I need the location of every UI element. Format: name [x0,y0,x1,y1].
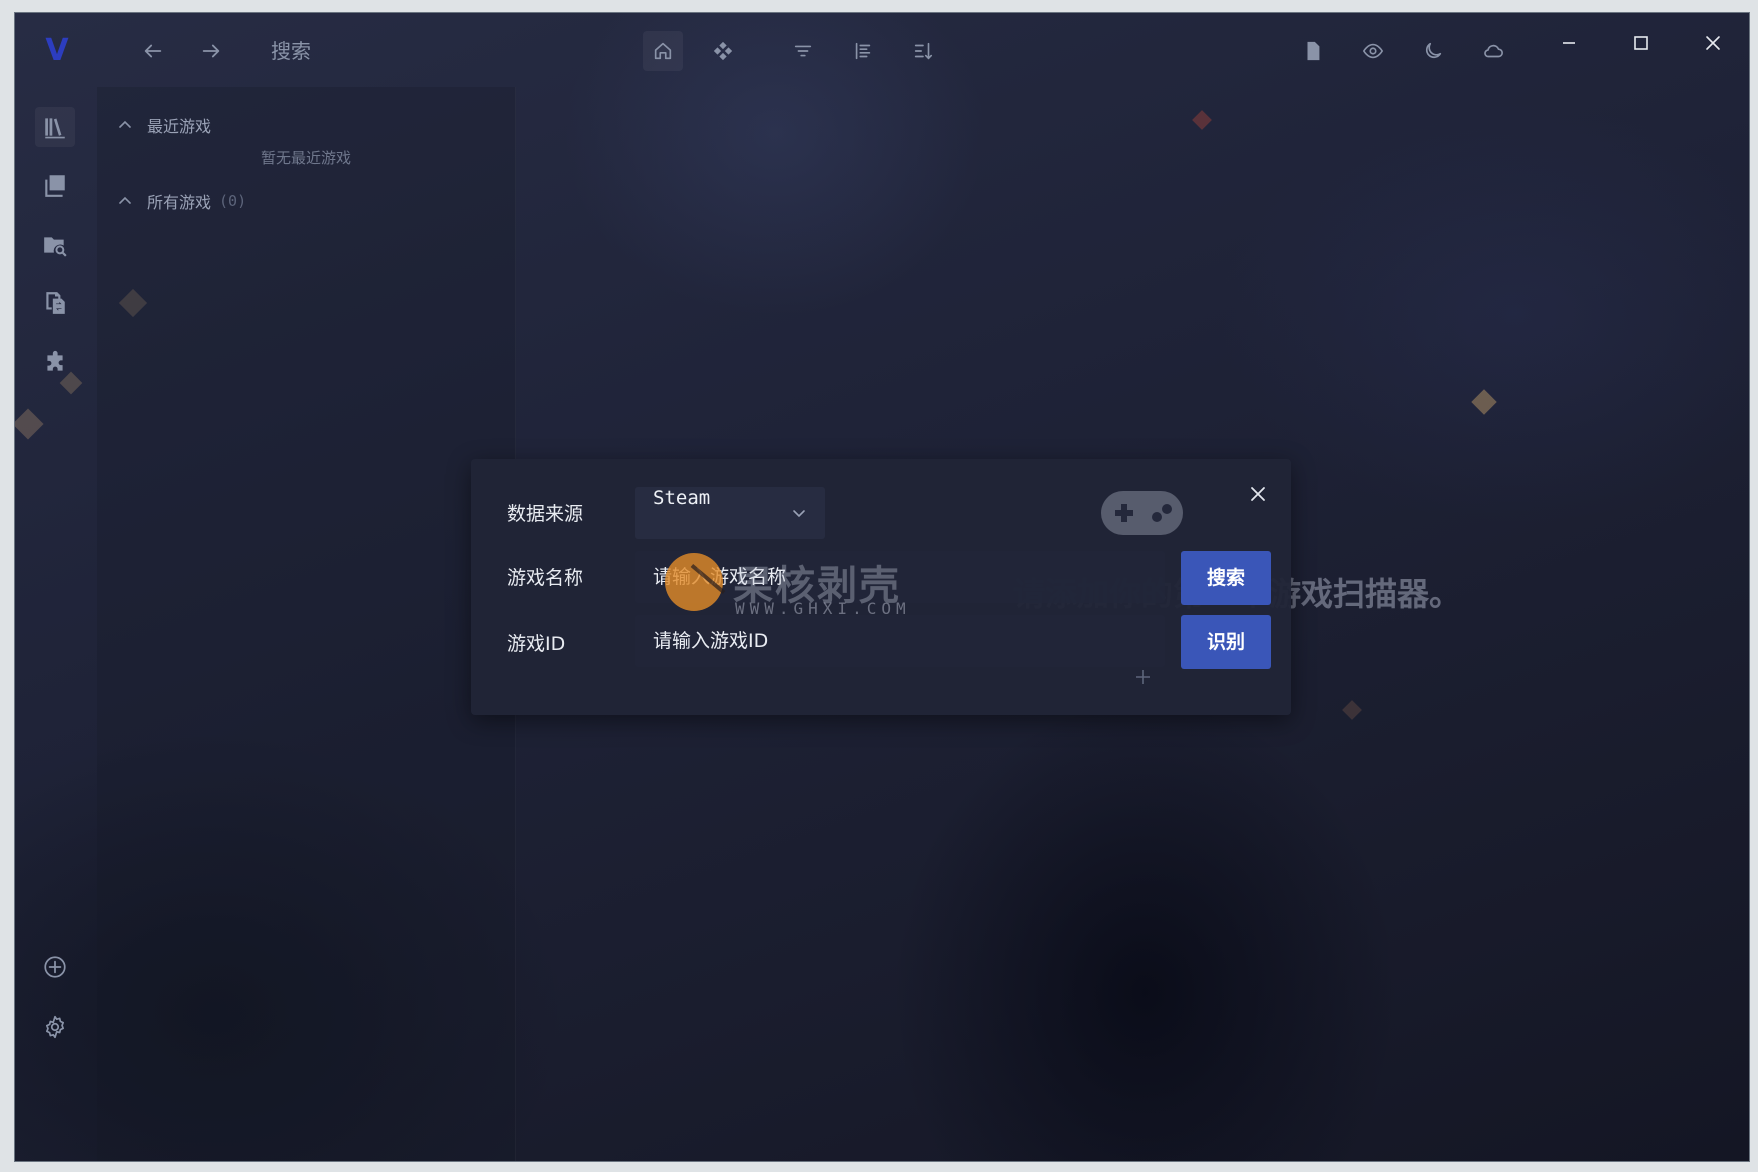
list-indent-button[interactable] [843,31,883,71]
search-button[interactable]: 搜索 [1181,551,1271,605]
home-icon [654,42,672,60]
folder-search-icon [44,237,67,257]
app-logo: V [45,33,69,68]
puzzle-icon [47,350,63,371]
nav-plugins[interactable] [35,343,75,383]
home-button[interactable] [643,31,683,71]
minimize-button[interactable] [1541,23,1597,63]
all-games-count: (0) [219,192,247,210]
recent-games-group[interactable]: 最近游戏 [117,111,211,139]
game-id-label: 游戏ID [507,633,566,655]
arrow-right-icon [202,44,220,58]
maximize-button[interactable] [1613,23,1669,63]
source-label: 数据来源 [507,503,584,525]
nav-transfer[interactable] [35,283,75,323]
add-game-button[interactable] [35,947,75,987]
game-name-label: 游戏名称 [507,567,584,589]
game-id-input[interactable] [635,615,1165,667]
eye-icon [1362,43,1384,59]
back-button[interactable] [133,31,173,71]
add-circle-icon [44,956,66,978]
background-decoration [1192,110,1212,130]
gamepad-icon [1101,491,1183,535]
sort-icon [914,42,933,60]
recent-games-empty: 暂无最近游戏 [260,149,351,167]
recent-games-label: 最近游戏 [147,117,212,136]
list-indent-icon [855,42,871,60]
title-bar: V 搜索 [15,13,1749,87]
nav-library[interactable] [35,107,75,147]
settings-button[interactable] [35,1007,75,1047]
gallery-icon [45,175,65,197]
identify-button[interactable]: 识别 [1181,615,1271,669]
chevron-up-icon [119,120,131,128]
all-games-group[interactable]: 所有游戏 (0) [117,187,246,215]
background-decoration [1471,389,1497,415]
view-button[interactable] [1353,31,1393,71]
theme-button[interactable] [1413,31,1453,71]
page-title: 搜索 [271,39,311,63]
filter-button[interactable] [783,31,823,71]
cloud-button[interactable] [1473,31,1513,71]
dialog-close-button[interactable] [1245,481,1271,507]
settings-icon [46,1015,64,1039]
sort-button[interactable] [903,31,943,71]
source-select[interactable]: Steam [635,487,825,539]
close-icon [1706,36,1720,50]
dpad-icon [713,41,733,61]
library-icon [45,118,65,139]
dpad-button[interactable] [703,31,743,71]
cloud-icon [1484,44,1503,58]
chevron-down-icon [793,510,805,518]
screen-frame: V 搜索 最近游戏 暂无最近游戏 所有游戏 (0) 数据来源 Steam 游戏名… [0,0,1758,1172]
minimize-icon [1563,42,1575,44]
copy-icon [46,292,65,314]
maximize-icon [1634,36,1648,50]
nav-gallery[interactable] [35,165,75,205]
moon-icon [1425,42,1442,59]
app-window: V 搜索 最近游戏 暂无最近游戏 所有游戏 (0) 数据来源 Steam 游戏名… [14,12,1750,1162]
nav-scanner[interactable] [35,225,75,265]
document-icon [1307,41,1320,61]
background-decoration [1342,700,1362,720]
plus-icon [1136,670,1150,684]
source-select-value: Steam [653,487,711,509]
filter-icon [794,45,812,57]
activity-bar [15,87,97,1161]
all-games-label: 所有游戏 [147,193,212,212]
close-icon [1251,487,1265,501]
forward-button[interactable] [191,31,231,71]
window-close-button[interactable] [1685,23,1741,63]
document-button[interactable] [1293,31,1333,71]
arrow-left-icon [144,44,162,58]
chevron-up-icon [119,196,131,204]
watermark-url: WWW.GHXI.COM [735,599,911,618]
library-panel: 最近游戏 暂无最近游戏 所有游戏 (0) [97,87,516,1161]
